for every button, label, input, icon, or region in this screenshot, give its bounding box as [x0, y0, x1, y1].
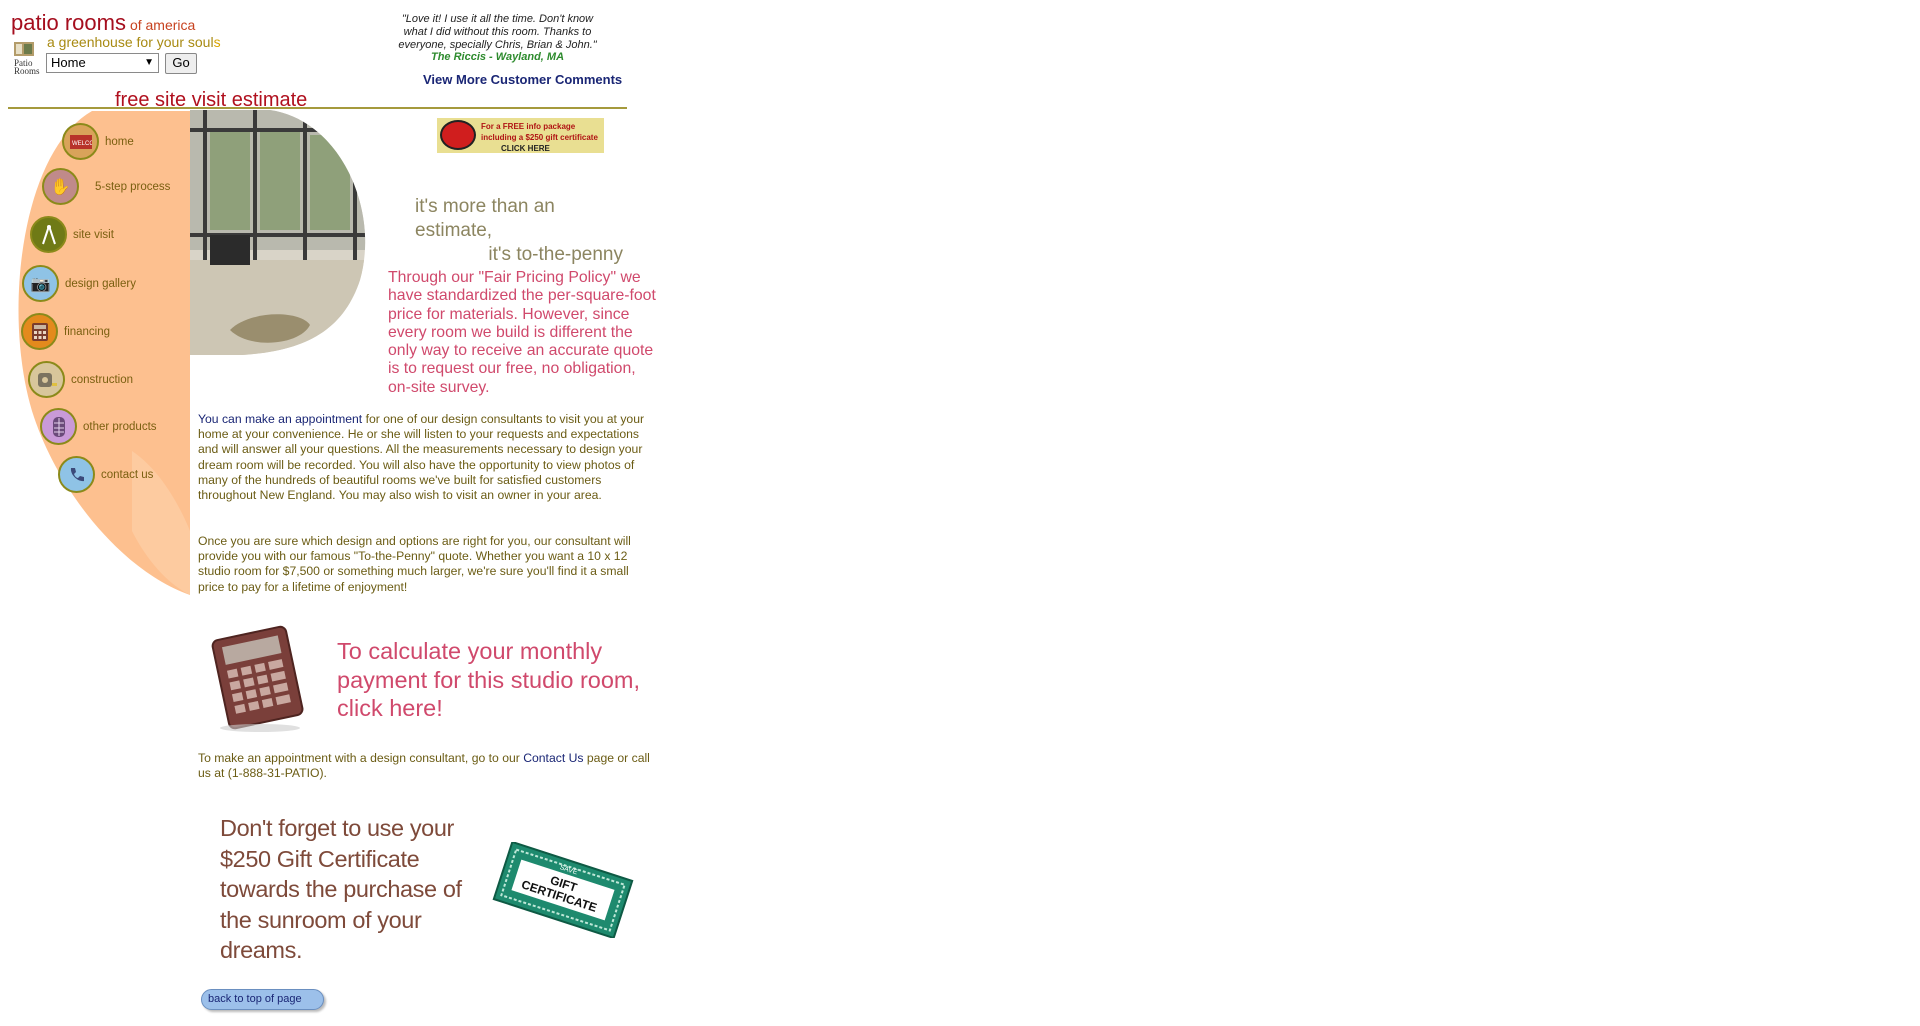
contact-us-link[interactable]: Contact Us	[523, 751, 583, 765]
compass-icon	[30, 216, 67, 253]
contact-paragraph: To make an appointment with a design con…	[198, 751, 650, 781]
sidebar-item-label: other products	[83, 420, 157, 433]
camera-icon: 📷	[22, 265, 59, 302]
estimate-tagline: it's more than an estimate, it's to-the-…	[415, 196, 623, 265]
sidebar-item-label: financing	[64, 325, 111, 338]
tape-measure-icon	[28, 361, 65, 398]
sidebar-item-label: construction	[71, 373, 134, 386]
calculate-payment-link[interactable]: To calculate your monthly payment for th…	[337, 637, 642, 723]
calculator-icon	[21, 313, 58, 350]
sidebar-item-financing[interactable]: financing	[21, 313, 110, 350]
welcome-mat-icon: WELCOME	[62, 123, 99, 160]
free-info-package-banner[interactable]: For a FREE info package including a $250…	[437, 118, 604, 153]
sidebar-item-label: contact us	[101, 468, 154, 481]
sidebar-item-site-visit[interactable]: site visit	[30, 216, 114, 253]
go-button[interactable]: Go	[165, 53, 197, 74]
sidebar-item-5-step-process[interactable]: ✋ 5-step process	[42, 168, 170, 205]
disc-icon	[440, 120, 476, 150]
sidebar-item-other-products[interactable]: other products	[40, 408, 157, 445]
page-select[interactable]: Home ▼	[46, 53, 159, 73]
brand-suffix: of america	[129, 17, 196, 33]
svg-text:Rooms: Rooms	[14, 66, 40, 76]
quote-paragraph: Once you are sure which design and optio…	[198, 534, 631, 594]
appointment-paragraph: You can make an appointment for one of o…	[198, 412, 645, 503]
sidebar-item-label: design gallery	[65, 277, 136, 290]
sidebar-item-design-gallery[interactable]: 📷 design gallery	[22, 265, 136, 302]
sidebar-item-contact-us[interactable]: contact us	[58, 456, 153, 493]
sidebar-item-label: home	[105, 135, 134, 148]
make-appointment-link[interactable]: You can make an appointment	[198, 412, 362, 426]
brand-tagline: a greenhouse for your souls	[47, 34, 221, 50]
sidebar-item-construction[interactable]: construction	[28, 361, 133, 398]
calculator-icon[interactable]	[205, 620, 315, 735]
header-divider	[8, 107, 627, 109]
sidebar-item-label: 5-step process	[95, 180, 171, 193]
fair-pricing-text: Through our "Fair Pricing Policy" we hav…	[388, 269, 656, 396]
gift-certificate-text: Don't forget to use your $250 Gift Certi…	[220, 815, 462, 964]
testimonial-author: The Riccis - Wayland, MA	[430, 51, 565, 63]
view-more-comments-link[interactable]: View More Customer Comments	[423, 72, 622, 87]
svg-text:WELCOME: WELCOME	[72, 141, 92, 147]
gift-certificate-image: SAVE GIFT CERTIFICATE	[492, 842, 634, 938]
back-to-top-button[interactable]: back to top of page	[201, 989, 324, 1010]
chevron-down-icon: ▼	[144, 57, 154, 68]
sidebar-item-label: site visit	[73, 228, 114, 241]
brand-name: patio rooms	[11, 10, 126, 35]
sidebar-item-home[interactable]: WELCOME home	[62, 123, 134, 160]
brand-logo[interactable]: patio rooms of america	[11, 10, 195, 36]
window-icon	[40, 408, 77, 445]
testimonial-quote: "Love it! I use it all the time. Don't k…	[398, 13, 597, 51]
sunroom-interior-photo	[190, 110, 366, 355]
phone-icon	[58, 456, 95, 493]
patio-rooms-mini-logo-icon: Patio Rooms	[12, 38, 45, 76]
hand-icon: ✋	[42, 168, 79, 205]
